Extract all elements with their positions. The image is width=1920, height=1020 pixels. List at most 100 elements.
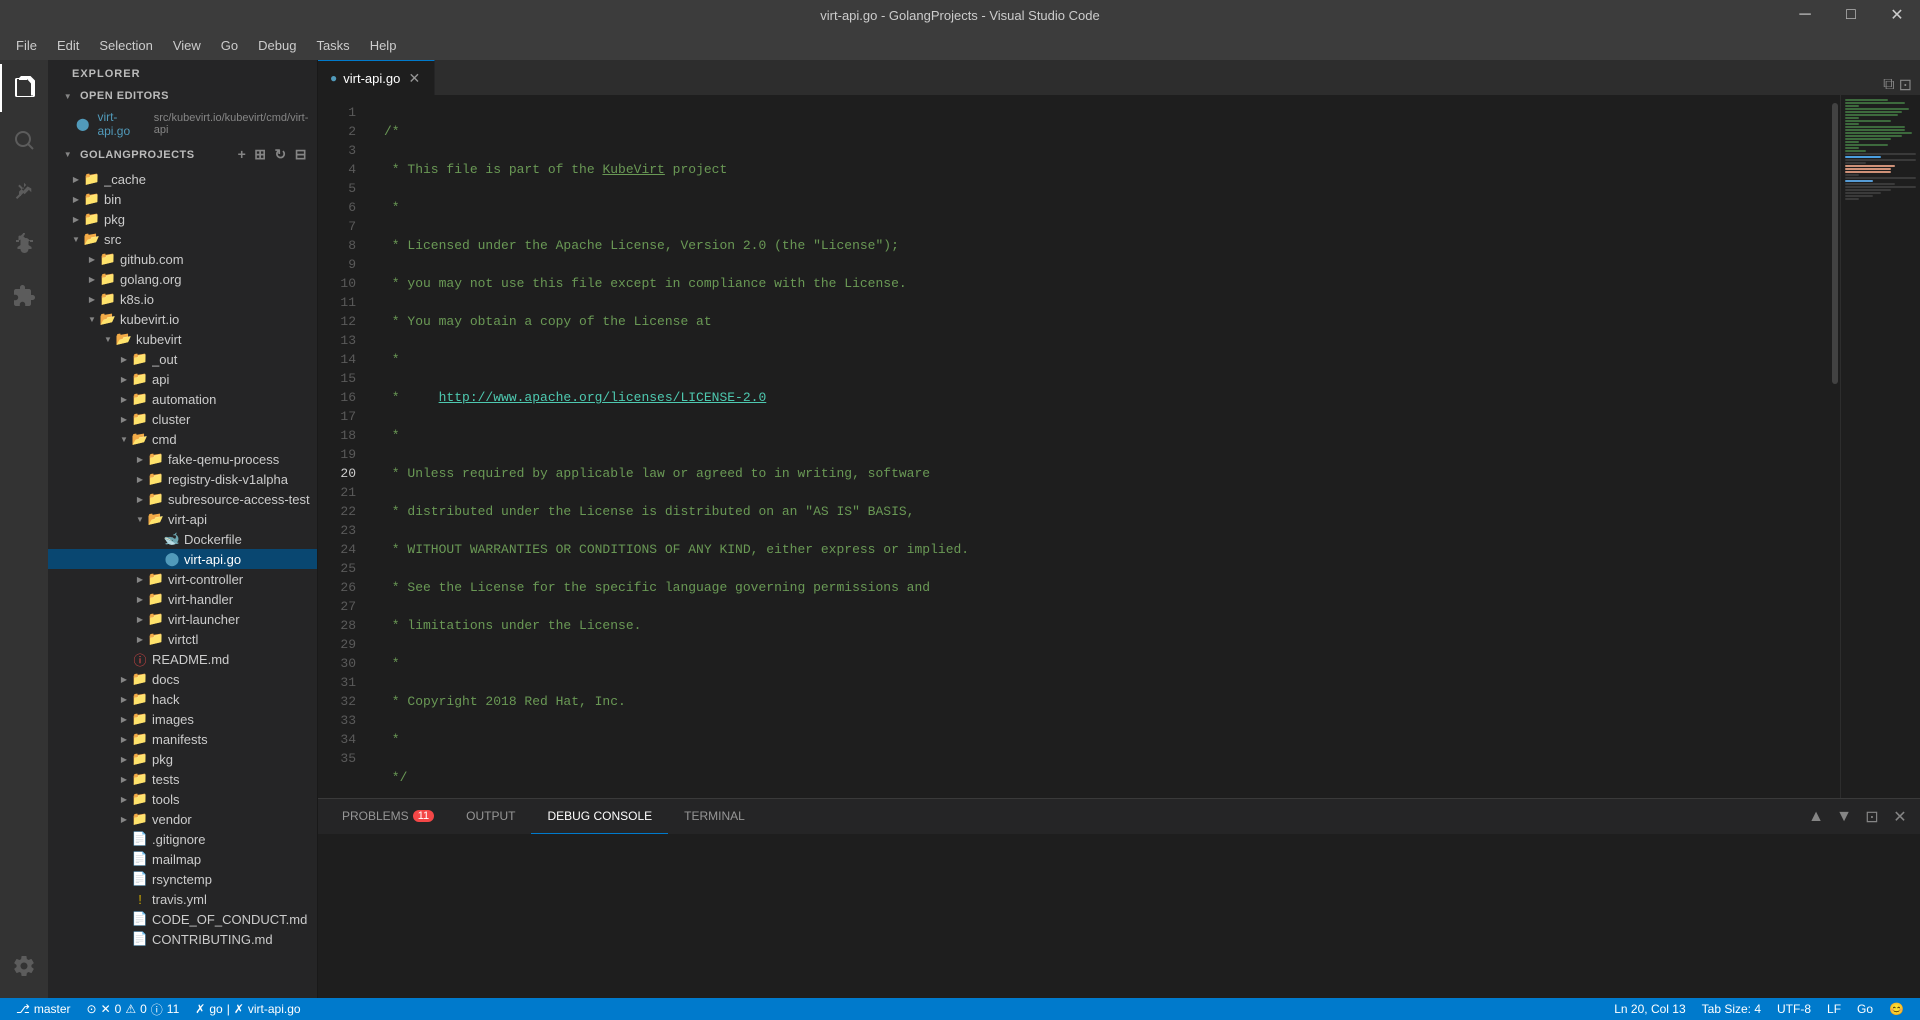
tree-item-automation[interactable]: 📁 automation [48, 389, 317, 409]
panel-content[interactable] [318, 834, 1920, 998]
tree-item-virtctl[interactable]: 📁 virtctl [48, 629, 317, 649]
tree-item-rsynctemp[interactable]: 📄 rsynctemp [48, 869, 317, 889]
menu-edit[interactable]: Edit [49, 34, 87, 57]
golang-projects-section[interactable]: GOLANGPROJECTS + ⊞ ↻ ⊟ [48, 140, 317, 169]
virtctrl-arrow [132, 571, 148, 587]
tree-item-pkg2[interactable]: 📁 pkg [48, 749, 317, 769]
editor-scrollbar-thumb[interactable] [1832, 103, 1838, 384]
new-file-icon[interactable]: + [236, 144, 249, 165]
tree-item-golangorg[interactable]: 📁 golang.org [48, 269, 317, 289]
menu-debug[interactable]: Debug [250, 34, 304, 57]
tree-item-mailmap[interactable]: 📄 mailmap [48, 849, 317, 869]
tree-item-virt-api-go[interactable]: ⬤ virt-api.go [48, 549, 317, 569]
status-branch[interactable]: ⎇ master [8, 998, 79, 1020]
menu-go[interactable]: Go [213, 34, 246, 57]
tree-item-subresource[interactable]: 📁 subresource-access-test [48, 489, 317, 509]
tree-item-tools[interactable]: 📁 tools [48, 789, 317, 809]
explorer-activity-icon[interactable] [0, 64, 48, 112]
tree-item-kubevirtio[interactable]: 📂 kubevirt.io [48, 309, 317, 329]
status-errors[interactable]: ⊙ ✕ 0 ⚠ 0 ⓘ 11 [79, 998, 188, 1020]
panel-tab-problems[interactable]: PROBLEMS 11 [326, 799, 450, 834]
maximize-button[interactable]: □ [1828, 0, 1874, 30]
tree-item-kubevirt[interactable]: 📂 kubevirt [48, 329, 317, 349]
panel-down-button[interactable]: ▼ [1832, 805, 1856, 829]
code-line-9: * [384, 426, 1830, 445]
open-editor-virt-api[interactable]: ⬤ virt-api.go src/kubevirt.io/kubevirt/c… [48, 108, 317, 140]
extensions-activity-icon[interactable] [0, 272, 48, 320]
tree-item-virt-handler[interactable]: 📁 virt-handler [48, 589, 317, 609]
status-position[interactable]: Ln 20, Col 13 [1606, 998, 1693, 1020]
source-control-activity-icon[interactable] [0, 168, 48, 216]
tree-item-pkg[interactable]: 📁 pkg [48, 209, 317, 229]
tree-item-images[interactable]: 📁 images [48, 709, 317, 729]
panel-tab-output[interactable]: OUTPUT [450, 799, 531, 834]
tree-item-tests[interactable]: 📁 tests [48, 769, 317, 789]
tree-item-manifests[interactable]: 📁 manifests [48, 729, 317, 749]
toggle-panel-icon[interactable]: ⊡ [1899, 75, 1912, 95]
tab-close-button[interactable]: ✕ [406, 70, 422, 86]
minimize-button[interactable]: ─ [1782, 0, 1828, 30]
tree-item-cache[interactable]: 📁 _cache [48, 169, 317, 189]
status-lang-status[interactable]: ✗ go | ✗ virt-api.go [187, 998, 308, 1020]
tree-item-virt-api-folder[interactable]: 📂 virt-api [48, 509, 317, 529]
open-editors-label: OPEN EDITORS [80, 90, 169, 102]
tree-item-hack[interactable]: 📁 hack [48, 689, 317, 709]
tree-item-contributing[interactable]: 📄 CONTRIBUTING.md [48, 929, 317, 949]
line-num-3: 3 [318, 141, 356, 160]
cluster-label: cluster [152, 412, 317, 427]
refresh-icon[interactable]: ↻ [273, 144, 289, 165]
tree-item-k8sio[interactable]: 📁 k8s.io [48, 289, 317, 309]
tree-item-readme[interactable]: ⓘ README.md [48, 649, 317, 669]
tree-item-registry-disk[interactable]: 📁 registry-disk-v1alpha [48, 469, 317, 489]
panel-up-button[interactable]: ▲ [1804, 805, 1828, 829]
menu-view[interactable]: View [165, 34, 209, 57]
status-language[interactable]: Go [1849, 998, 1881, 1020]
readme-spacer [116, 651, 132, 667]
tree-item-api[interactable]: 📁 api [48, 369, 317, 389]
tree-item-cluster[interactable]: 📁 cluster [48, 409, 317, 429]
tree-item-fake-qemu[interactable]: 📁 fake-qemu-process [48, 449, 317, 469]
split-editor-icon[interactable]: ⧉ [1883, 76, 1894, 94]
status-tab-size[interactable]: Tab Size: 4 [1694, 998, 1769, 1020]
sidebar-content[interactable]: OPEN EDITORS ⬤ virt-api.go src/kubevirt.… [48, 84, 317, 998]
line-num-30: 30 [318, 654, 356, 673]
panel-tab-terminal[interactable]: TERMINAL [668, 799, 761, 834]
panel-maximize-button[interactable]: ⊡ [1860, 805, 1884, 829]
line-num-22: 22 [318, 502, 356, 521]
menu-selection[interactable]: Selection [91, 34, 160, 57]
tree-item-gitignore[interactable]: 📄 .gitignore [48, 829, 317, 849]
new-folder-icon[interactable]: ⊞ [252, 144, 268, 165]
tree-item-out[interactable]: 📁 _out [48, 349, 317, 369]
tree-item-docs[interactable]: 📁 docs [48, 669, 317, 689]
code-area[interactable]: /* * This file is part of the KubeVirt p… [368, 95, 1830, 798]
tab-virt-api-go[interactable]: ● virt-api.go ✕ [318, 60, 435, 95]
tree-item-cmd[interactable]: 📂 cmd [48, 429, 317, 449]
tree-item-vendor[interactable]: 📁 vendor [48, 809, 317, 829]
menu-help[interactable]: Help [362, 34, 405, 57]
status-feedback[interactable]: 😊 [1881, 998, 1912, 1020]
position-label: Ln 20, Col 13 [1614, 1002, 1685, 1016]
tree-item-githubcom[interactable]: 📁 github.com [48, 249, 317, 269]
settings-activity-icon[interactable] [0, 942, 48, 990]
close-button[interactable]: ✕ [1874, 0, 1920, 30]
tree-item-code-of-conduct[interactable]: 📄 CODE_OF_CONDUCT.md [48, 909, 317, 929]
collapse-all-icon[interactable]: ⊟ [293, 144, 309, 165]
open-editors-section[interactable]: OPEN EDITORS [48, 84, 317, 108]
debug-activity-icon[interactable] [0, 220, 48, 268]
tree-item-bin[interactable]: 📁 bin [48, 189, 317, 209]
virtapigo-icon: ⬤ [164, 551, 180, 567]
menu-tasks[interactable]: Tasks [308, 34, 357, 57]
tree-item-travis[interactable]: ! travis.yml [48, 889, 317, 909]
status-encoding[interactable]: UTF-8 [1769, 998, 1819, 1020]
editor-scrollbar[interactable] [1830, 95, 1840, 798]
status-eol[interactable]: LF [1819, 998, 1849, 1020]
tree-item-virt-launcher[interactable]: 📁 virt-launcher [48, 609, 317, 629]
tree-item-dockerfile[interactable]: 🐋 Dockerfile [48, 529, 317, 549]
registrydisk-arrow [132, 471, 148, 487]
search-activity-icon[interactable] [0, 116, 48, 164]
menu-file[interactable]: File [8, 34, 45, 57]
tree-item-src[interactable]: 📂 src [48, 229, 317, 249]
tree-item-virt-controller[interactable]: 📁 virt-controller [48, 569, 317, 589]
panel-tab-debug-console[interactable]: DEBUG CONSOLE [531, 799, 668, 834]
panel-close-button[interactable]: ✕ [1888, 805, 1912, 829]
